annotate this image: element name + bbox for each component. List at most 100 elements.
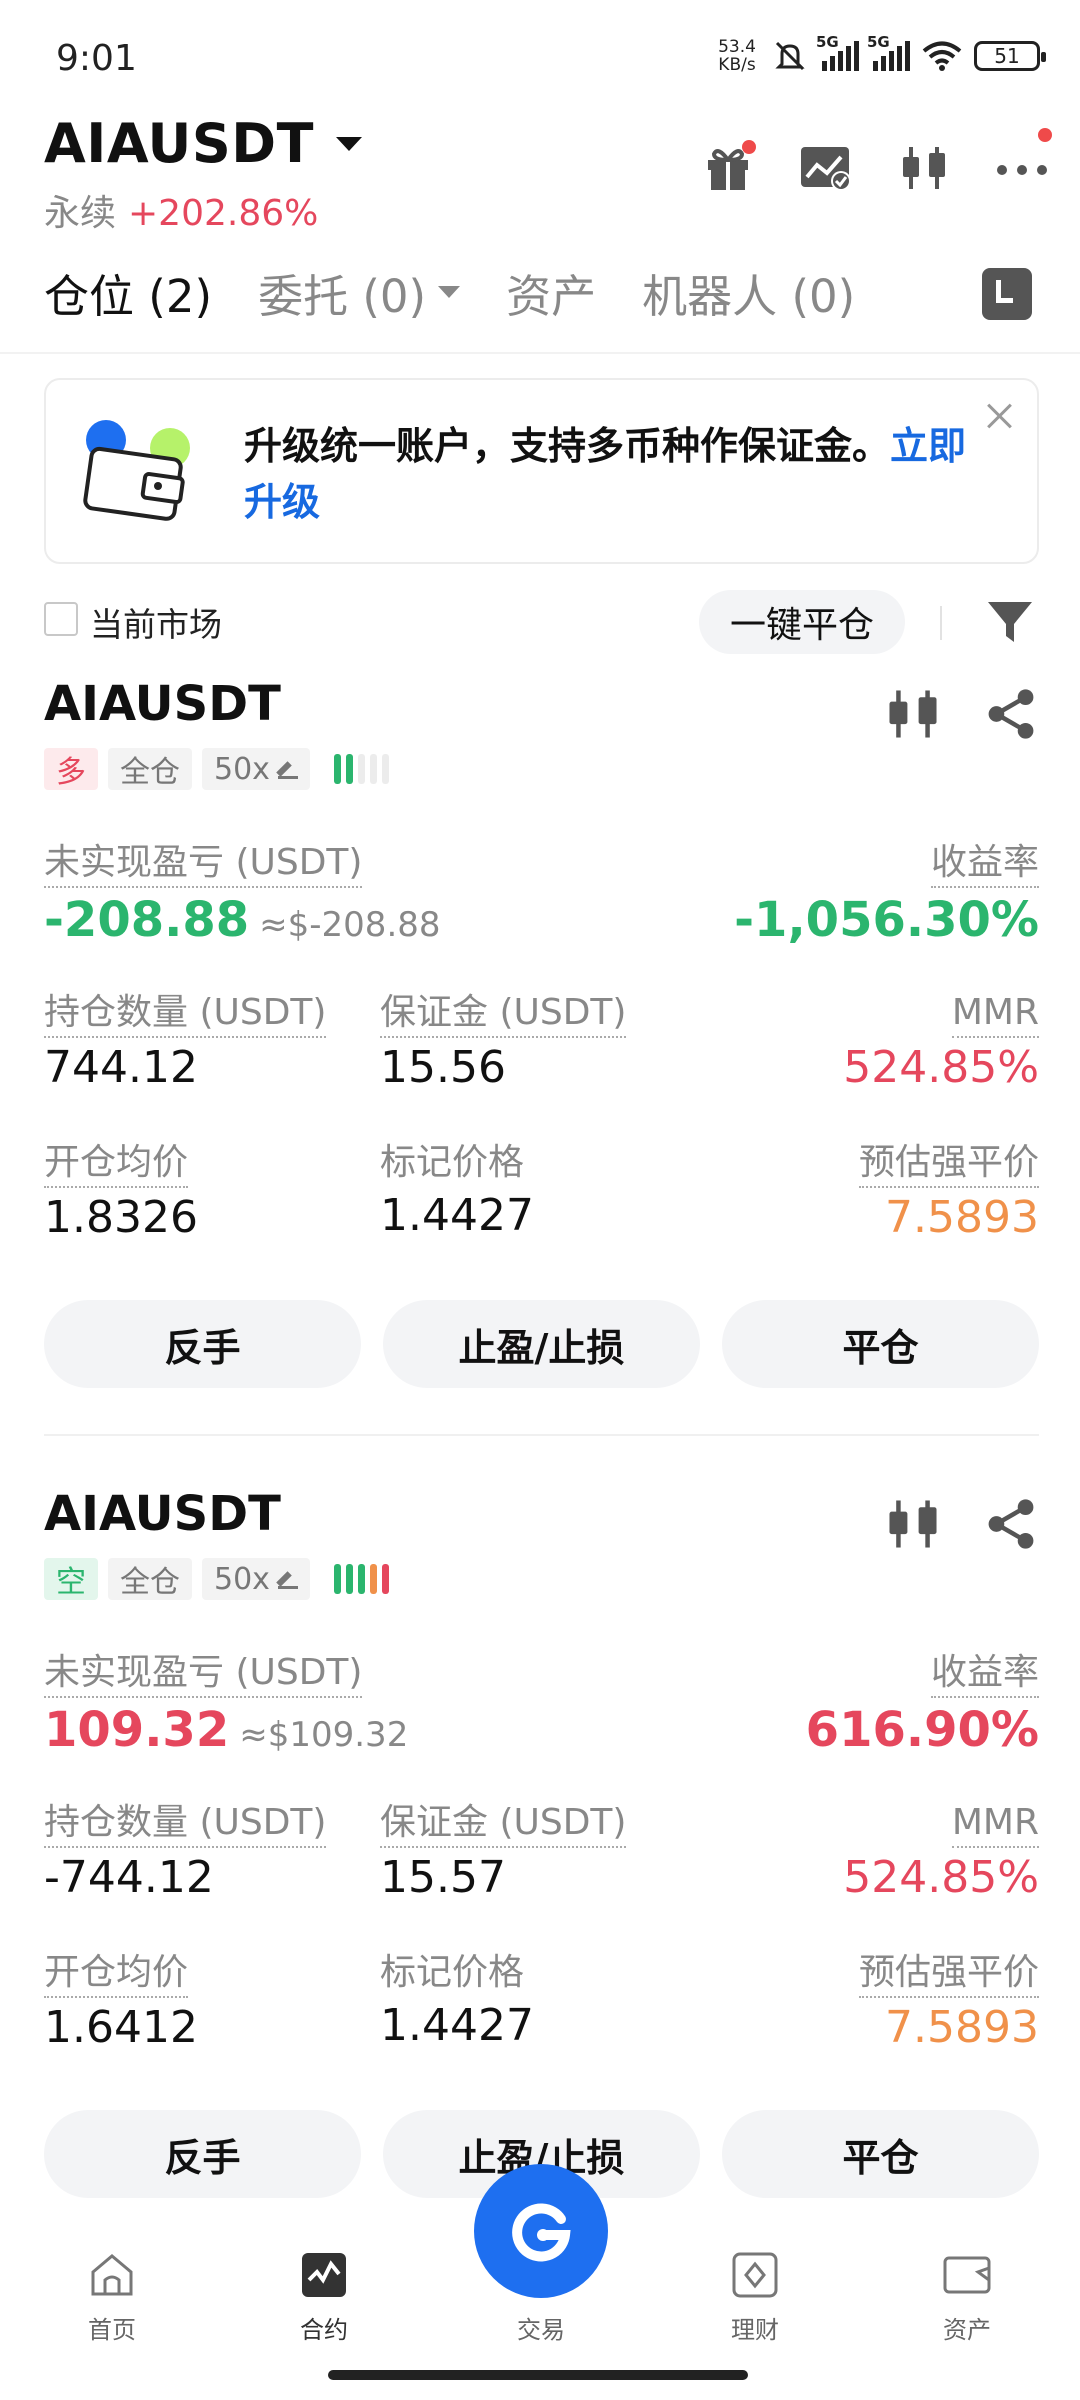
risk-meter [333,754,389,784]
signal-icon-1: 5G [816,33,859,71]
card-actions [885,686,1039,742]
liq-price-value: 7.5893 [885,1192,1039,1243]
roe-value: -1,056.30% [734,892,1039,948]
roe-value: 616.90% [805,1702,1039,1758]
edit-icon [277,1569,298,1589]
nav-contract[interactable]: 合约 [259,2250,389,2345]
margin-mode-tag: 全仓 [108,1558,192,1600]
status-bar: 9:01 53.4 KB/s 5G 5G 51 [0,0,1080,110]
pnl-value: -208.88 [44,892,250,948]
nav-trade-label: 交易 [517,2316,565,2344]
nav-earn[interactable]: 理财 [690,2250,820,2345]
divider [940,606,942,640]
margin: 保证金 (USDT) 15.57 [380,1802,627,1903]
network-speed: 53.4 KB/s [718,37,756,75]
share-icon[interactable] [983,686,1039,742]
close-position-button[interactable]: 平仓 [722,2110,1039,2198]
more-icon[interactable] [994,128,1052,196]
position-symbol: AIAUSDT [44,676,281,732]
close-icon[interactable] [983,400,1015,432]
size-value: 744.12 [44,1042,198,1093]
candlestick-icon[interactable] [896,140,952,196]
reverse-button[interactable]: 反手 [44,2110,361,2198]
trade-button[interactable] [474,2164,608,2298]
pnl-value: 109.32 [44,1702,230,1758]
position-size: 持仓数量 (USDT) 744.12 [44,992,327,1093]
nav-assets[interactable]: 资产 [902,2250,1032,2345]
close-all-button[interactable]: 一键平仓 [699,590,905,654]
mark-price: 标记价格 1.4427 [380,1952,534,2051]
roe: 收益率 616.90% [805,1652,1039,1758]
position-card: AIAUSDT 空 全仓 50x 未实现盈亏 (USDT) 109.32 ≈$10… [44,1486,1039,2246]
mute-icon [775,41,805,71]
mark-price-value: 1.4427 [380,2000,534,2051]
trade-icon [512,2203,571,2262]
mark-price-value: 1.4427 [380,1190,534,1241]
position-tags: 多 全仓 50x [44,748,389,790]
current-market-checkbox[interactable] [44,602,78,636]
pnl-approx: ≈$-208.88 [259,905,441,945]
tab-positions[interactable]: 仓位 (2) [44,260,212,325]
nav-home[interactable]: 首页 [47,2250,177,2345]
tab-assets[interactable]: 资产 [506,260,596,325]
filter-row: 当前市场 一键平仓 [44,590,1039,654]
share-icon[interactable] [983,1496,1039,1552]
notification-dot [1038,128,1052,142]
wallet-illustration-icon [83,420,190,521]
wifi-icon [922,41,962,71]
candlestick-icon[interactable] [885,1496,941,1552]
pair-subtitle: 永续 +202.86% [44,184,318,236]
gift-icon[interactable] [700,140,756,196]
margin-value: 15.57 [380,1852,506,1903]
leverage-tag[interactable]: 50x [202,748,310,790]
liquidation-price: 预估强平价 7.5893 [858,1142,1039,1243]
entry-price: 开仓均价 1.6412 [44,1952,198,2053]
position-card: AIAUSDT 多 全仓 50x 未实现盈亏 (USDT) -208.88 ≈$-… [44,676,1039,1436]
current-market-label[interactable]: 当前市场 [90,598,222,646]
tab-bots[interactable]: 机器人 (0) [642,260,855,325]
filter-icon[interactable] [984,596,1036,648]
position-size: 持仓数量 (USDT) -744.12 [44,1802,327,1903]
risk-meter [333,1564,389,1594]
caret-down-icon [335,136,362,151]
header-actions [700,128,1052,196]
pair-name: AIAUSDT [44,112,314,175]
entry-price: 开仓均价 1.8326 [44,1142,198,1243]
battery-icon: 51 [974,41,1046,71]
pair-selector[interactable]: AIAUSDT [44,112,362,175]
mmr: MMR 524.85% [843,992,1039,1093]
liq-price-value: 7.5893 [885,2002,1039,2053]
unrealized-pnl: 未实现盈亏 (USDT) 109.32 ≈$109.32 [44,1652,409,1758]
candlestick-icon[interactable] [885,686,941,742]
pnl-approx: ≈$109.32 [239,1715,409,1755]
margin: 保证金 (USDT) 15.56 [380,992,627,1093]
divider [44,1434,1039,1436]
size-value: -744.12 [44,1852,214,1903]
home-icon [91,2254,133,2296]
history-icon[interactable] [982,268,1032,320]
status-icons: 53.4 KB/s 5G 5G 51 [714,33,1046,75]
leverage-tag[interactable]: 50x [202,1558,310,1600]
contract-type: 永续 [44,193,117,234]
price-change: +202.86% [128,193,319,234]
tpsl-button[interactable]: 止盈/止损 [383,1300,700,1388]
position-tags: 空 全仓 50x [44,1558,389,1600]
status-time: 9:01 [56,38,137,79]
upgrade-banner: 升级统一账户，支持多币种作保证金。立即升级 [44,378,1039,564]
home-indicator[interactable] [328,2370,748,2380]
chart-check-icon[interactable] [798,140,854,196]
margin-value: 15.56 [380,1042,506,1093]
position-actions: 反手 止盈/止损 平仓 [44,1300,1039,1388]
close-position-button[interactable]: 平仓 [722,1300,1039,1388]
liquidation-price: 预估强平价 7.5893 [858,1952,1039,2053]
wallet-icon [943,2256,991,2294]
side-tag: 多 [44,748,98,790]
signal-icon-2: 5G [867,33,910,71]
contract-icon [302,2253,346,2297]
entry-price-value: 1.8326 [44,1192,198,1243]
position-symbol: AIAUSDT [44,1486,281,1542]
reverse-button[interactable]: 反手 [44,1300,361,1388]
earn-icon [732,2252,778,2298]
tab-orders[interactable]: 委托 (0) [258,260,461,325]
edit-icon [277,759,298,779]
